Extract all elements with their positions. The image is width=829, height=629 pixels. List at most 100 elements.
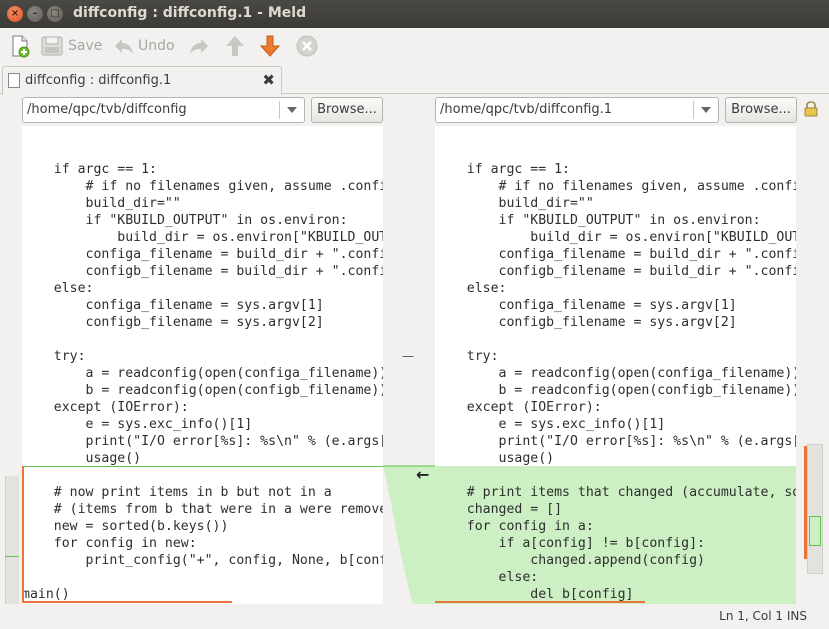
code-line[interactable]: if a[config] != b[config]: (435, 535, 796, 552)
tab-label: diffconfig : diffconfig.1 (25, 73, 172, 88)
gutter-marker: — (402, 349, 414, 363)
code-line[interactable]: build_dir="" (22, 195, 383, 212)
code-line[interactable]: a = readconfig(open(configa_filename)) (435, 365, 796, 382)
code-line[interactable]: configb_filename = sys.argv[2] (435, 314, 796, 331)
code-line[interactable]: print("I/O error[%s]: %s\n" % (e.args[0]… (435, 433, 796, 450)
next-change-button[interactable] (258, 34, 282, 58)
stop-button[interactable] (295, 34, 319, 58)
code-line[interactable] (22, 331, 383, 348)
lock-icon[interactable] (804, 101, 818, 117)
code-line[interactable]: e = sys.exc_info()[1] (22, 416, 383, 433)
code-line[interactable]: print("I/O error[%s]: %s\n" % (e.args[0]… (22, 433, 383, 450)
right-chunk-underline (435, 601, 645, 603)
code-line[interactable]: e = sys.exc_info()[1] (435, 416, 796, 433)
code-line[interactable]: # if no filenames given, assume .config … (435, 178, 796, 195)
redo-icon (190, 39, 208, 54)
save-label: Save (68, 38, 103, 54)
chevron-down-icon (701, 107, 711, 113)
code-line[interactable] (435, 467, 796, 484)
combo-separator (693, 101, 694, 119)
code-line[interactable]: try: (22, 348, 383, 365)
combo-separator (279, 101, 280, 119)
code-line[interactable]: for config in new: (22, 535, 383, 552)
code-line[interactable]: configa_filename = build_dir + ".config.… (22, 246, 383, 263)
code-line[interactable]: configa_filename = sys.argv[1] (435, 297, 796, 314)
left-code: if argc == 1: # if no filenames given, a… (22, 144, 383, 603)
window-title: diffconfig : diffconfig.1 - Meld (73, 5, 307, 21)
code-line[interactable]: if argc == 1: (22, 161, 383, 178)
document-icon (8, 73, 20, 88)
code-line[interactable]: configb_filename = build_dir + ".config" (435, 263, 796, 280)
code-line[interactable] (435, 144, 796, 161)
code-line[interactable]: b = readconfig(open(configb_filename)) (22, 382, 383, 399)
code-line[interactable]: if "KBUILD_OUTPUT" in os.environ: (435, 212, 796, 229)
previous-change-button[interactable] (223, 34, 247, 58)
left-chunk-underline (22, 601, 232, 603)
merge-left-arrow-icon[interactable]: ← (416, 465, 429, 484)
code-line[interactable]: if argc == 1: (435, 161, 796, 178)
window-minimize-button[interactable]: – (27, 6, 43, 22)
left-scroll-thumb[interactable] (5, 476, 19, 604)
code-line[interactable] (22, 144, 383, 161)
left-chunk-bar (22, 466, 24, 603)
code-line[interactable]: except (IOError): (22, 399, 383, 416)
left-path-text: /home/qpc/tvb/diffconfig (27, 102, 187, 117)
tab-diffconfig[interactable]: diffconfig : diffconfig.1 ✖ (2, 66, 282, 95)
code-line[interactable]: # if no filenames given, assume .config … (22, 178, 383, 195)
code-line[interactable]: new = sorted(b.keys()) (22, 518, 383, 535)
tab-bar: diffconfig : diffconfig.1 ✖ (0, 64, 829, 95)
right-browse-button[interactable]: Browse... (725, 97, 797, 123)
new-document-icon (12, 35, 30, 58)
code-line[interactable]: configb_filename = build_dir + ".config" (22, 263, 383, 280)
code-line[interactable]: a = readconfig(open(configa_filename)) (22, 365, 383, 382)
right-scroll-thumb[interactable] (807, 444, 823, 574)
code-line[interactable]: # now print items in b but not in a (22, 484, 383, 501)
redo-button[interactable] (187, 34, 211, 58)
code-line[interactable]: else: (435, 569, 796, 586)
status-bar: Ln 1, Col 1 INS (0, 606, 829, 629)
left-scrollbar[interactable] (4, 126, 20, 604)
code-line[interactable]: except (IOError): (435, 399, 796, 416)
code-line[interactable]: if "KBUILD_OUTPUT" in os.environ: (22, 212, 383, 229)
right-scrollbar[interactable] (804, 126, 824, 604)
left-text-pane[interactable]: if argc == 1: # if no filenames given, a… (22, 126, 383, 604)
code-line[interactable]: print_config("+", config, None, b[config… (22, 552, 383, 569)
code-line[interactable]: try: (435, 348, 796, 365)
code-line[interactable] (22, 467, 383, 484)
window-close-button[interactable]: × (7, 6, 23, 22)
code-line[interactable]: # print items that changed (accumulate, … (435, 484, 796, 501)
code-line[interactable] (435, 331, 796, 348)
code-line[interactable]: configa_filename = sys.argv[1] (22, 297, 383, 314)
code-line[interactable]: changed.sort() (435, 603, 796, 604)
stop-icon (296, 35, 318, 57)
code-line[interactable]: for config in a: (435, 518, 796, 535)
undo-label: Undo (138, 38, 175, 54)
code-line[interactable]: build_dir = os.environ["KBUILD_OUTPUT"]+… (22, 229, 383, 246)
code-line[interactable]: else: (435, 280, 796, 297)
code-line[interactable]: usage() (22, 450, 383, 467)
code-line[interactable]: else: (22, 280, 383, 297)
right-path-combo[interactable]: /home/qpc/tvb/diffconfig.1 (435, 97, 719, 123)
left-browse-button[interactable]: Browse... (311, 97, 383, 123)
right-text-pane[interactable]: if argc == 1: # if no filenames given, a… (435, 126, 796, 604)
cursor-position: Ln 1, Col 1 INS (719, 609, 807, 623)
new-comparison-button[interactable] (8, 34, 32, 58)
code-line[interactable]: configa_filename = build_dir + ".config.… (435, 246, 796, 263)
code-line[interactable]: changed.append(config) (435, 552, 796, 569)
save-button[interactable]: Save (40, 34, 102, 58)
code-line[interactable]: configb_filename = sys.argv[2] (22, 314, 383, 331)
left-path-combo[interactable]: /home/qpc/tvb/diffconfig (22, 97, 305, 123)
code-line[interactable]: changed = [] (435, 501, 796, 518)
code-line[interactable]: build_dir = os.environ["KBUILD_OUTPUT"]+… (435, 229, 796, 246)
code-line[interactable]: build_dir="" (435, 195, 796, 212)
right-code: if argc == 1: # if no filenames given, a… (435, 144, 796, 604)
code-line[interactable] (22, 569, 383, 586)
right-insert-overview (809, 516, 821, 546)
code-line[interactable]: b = readconfig(open(configb_filename)) (435, 382, 796, 399)
code-line[interactable]: # (items from b that were in a were remo… (22, 501, 383, 518)
undo-button[interactable]: Undo (112, 34, 175, 58)
code-line[interactable]: usage() (435, 450, 796, 467)
window-maximize-button[interactable]: □ (47, 6, 63, 22)
tab-close-icon[interactable]: ✖ (262, 71, 275, 89)
right-path-text: /home/qpc/tvb/diffconfig.1 (440, 102, 613, 117)
